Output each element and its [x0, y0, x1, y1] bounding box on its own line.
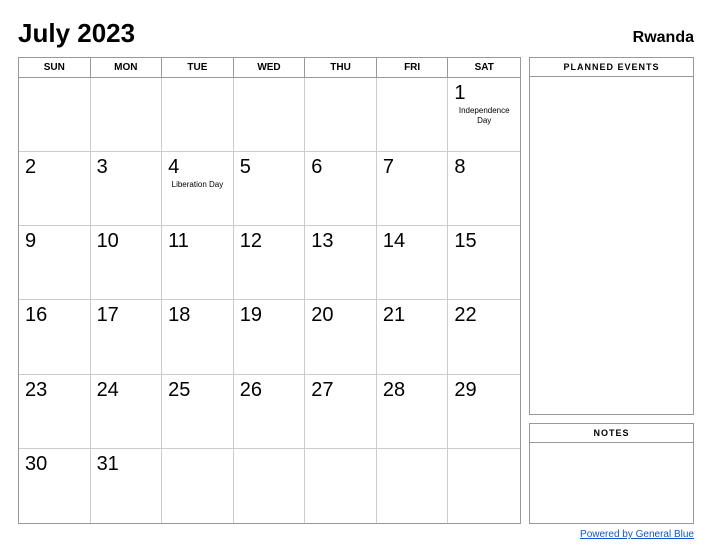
- calendar-cell: 20: [305, 300, 377, 374]
- day-header: SAT: [448, 58, 520, 77]
- calendar-cell: 11: [162, 226, 234, 300]
- cell-day-number: 29: [454, 379, 514, 401]
- cell-day-number: 24: [97, 379, 156, 401]
- calendar-cell: 23: [19, 375, 91, 449]
- planned-events-header: PLANNED EVENTS: [530, 58, 693, 77]
- calendar-cell: [234, 449, 306, 523]
- notes-header: NOTES: [530, 424, 693, 443]
- calendar-cell: 2: [19, 152, 91, 226]
- calendar-cell: [305, 449, 377, 523]
- calendar-cell: [19, 78, 91, 152]
- calendar-cell: 8: [448, 152, 520, 226]
- sidebar: PLANNED EVENTS NOTES: [529, 57, 694, 524]
- calendar-cell: 4 Liberation Day: [162, 152, 234, 226]
- cell-day-number: 11: [168, 230, 227, 252]
- cell-event: Liberation Day: [168, 180, 227, 190]
- calendar-cell: 13: [305, 226, 377, 300]
- calendar-cell: 1 Independence Day: [448, 78, 520, 152]
- cell-day-number: 20: [311, 304, 370, 326]
- planned-events-box: PLANNED EVENTS: [529, 57, 694, 415]
- day-header: WED: [234, 58, 306, 77]
- calendar-cell: [305, 78, 377, 152]
- cell-day-number: 2: [25, 156, 84, 178]
- cell-day-number: 15: [454, 230, 514, 252]
- day-headers-row: SUNMONTUEWEDTHUFRISAT: [19, 58, 520, 78]
- calendar-cell: 31: [91, 449, 163, 523]
- calendar-cell: 14: [377, 226, 449, 300]
- cell-day-number: 9: [25, 230, 84, 252]
- calendar-cell: 22: [448, 300, 520, 374]
- cell-day-number: 6: [311, 156, 370, 178]
- calendar-cell: 17: [91, 300, 163, 374]
- cell-day-number: 19: [240, 304, 299, 326]
- cell-day-number: 4: [168, 156, 227, 178]
- calendar-cell: 26: [234, 375, 306, 449]
- planned-events-content: [530, 77, 693, 414]
- cell-event: Independence Day: [454, 106, 514, 125]
- cell-day-number: 5: [240, 156, 299, 178]
- calendar-cell: [377, 449, 449, 523]
- calendar-cell: 25: [162, 375, 234, 449]
- cell-day-number: 7: [383, 156, 442, 178]
- calendar-cell: [162, 449, 234, 523]
- calendar-cell: [234, 78, 306, 152]
- cell-day-number: 30: [25, 453, 84, 475]
- cell-day-number: 12: [240, 230, 299, 252]
- cell-day-number: 17: [97, 304, 156, 326]
- calendar-cell: 5: [234, 152, 306, 226]
- calendar-cell: 19: [234, 300, 306, 374]
- day-header: TUE: [162, 58, 234, 77]
- calendar-cell: 16: [19, 300, 91, 374]
- day-header: MON: [91, 58, 163, 77]
- calendar-cell: [377, 78, 449, 152]
- calendar-cell: [448, 449, 520, 523]
- cell-day-number: 10: [97, 230, 156, 252]
- calendar-cell: [91, 78, 163, 152]
- day-header: FRI: [377, 58, 449, 77]
- cell-day-number: 8: [454, 156, 514, 178]
- cell-day-number: 25: [168, 379, 227, 401]
- notes-box: NOTES: [529, 423, 694, 524]
- cell-day-number: 26: [240, 379, 299, 401]
- cell-day-number: 3: [97, 156, 156, 178]
- cell-day-number: 27: [311, 379, 370, 401]
- calendar-cell: 21: [377, 300, 449, 374]
- country-title: Rwanda: [633, 29, 694, 47]
- calendar-cell: 7: [377, 152, 449, 226]
- calendar-cell: [162, 78, 234, 152]
- calendar-cell: 29: [448, 375, 520, 449]
- cell-day-number: 31: [97, 453, 156, 475]
- page-header: July 2023 Rwanda: [18, 18, 694, 49]
- cell-day-number: 18: [168, 304, 227, 326]
- calendar-grid: 1Independence Day234Liberation Day567891…: [19, 78, 520, 523]
- calendar-cell: 24: [91, 375, 163, 449]
- calendar-cell: 6: [305, 152, 377, 226]
- month-year-title: July 2023: [18, 18, 135, 49]
- calendar-cell: 9: [19, 226, 91, 300]
- day-header: THU: [305, 58, 377, 77]
- calendar-cell: 18: [162, 300, 234, 374]
- cell-day-number: 13: [311, 230, 370, 252]
- footer: Powered by General Blue: [18, 529, 694, 540]
- notes-content: [530, 443, 693, 523]
- cell-day-number: 1: [454, 82, 514, 104]
- calendar-cell: 15: [448, 226, 520, 300]
- calendar-cell: 12: [234, 226, 306, 300]
- calendar: SUNMONTUEWEDTHUFRISAT 1 Independence Day 2…: [18, 57, 521, 524]
- main-content: SUNMONTUEWEDTHUFRISAT 1 Independence Day 2…: [18, 57, 694, 524]
- calendar-cell: 3: [91, 152, 163, 226]
- cell-day-number: 28: [383, 379, 442, 401]
- cell-day-number: 23: [25, 379, 84, 401]
- cell-day-number: 21: [383, 304, 442, 326]
- calendar-cell: 10: [91, 226, 163, 300]
- calendar-cell: 30: [19, 449, 91, 523]
- calendar-cell: 27: [305, 375, 377, 449]
- cell-day-number: 16: [25, 304, 84, 326]
- calendar-cell: 28: [377, 375, 449, 449]
- cell-day-number: 22: [454, 304, 514, 326]
- cell-day-number: 14: [383, 230, 442, 252]
- day-header: SUN: [19, 58, 91, 77]
- powered-by-link[interactable]: Powered by General Blue: [580, 529, 694, 540]
